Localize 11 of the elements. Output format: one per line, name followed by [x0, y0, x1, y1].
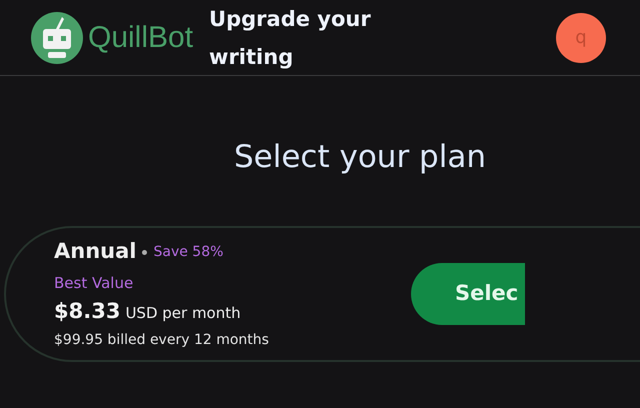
page-title: Select your plan — [234, 138, 486, 177]
tagline: Upgrade your writing — [209, 6, 372, 70]
billing-text: $99.95 billed every 12 months — [54, 330, 269, 350]
best-value-label: Best Value — [54, 272, 134, 294]
savings-label: Save 58% — [153, 242, 224, 262]
price: $8.33 — [54, 298, 120, 326]
price-unit: USD per month — [125, 303, 241, 324]
logo-text: QuillBot — [88, 20, 194, 56]
select-button[interactable]: Selec — [410, 262, 525, 324]
plan-name: Annual — [54, 238, 136, 266]
robot-logo-icon — [30, 10, 84, 64]
